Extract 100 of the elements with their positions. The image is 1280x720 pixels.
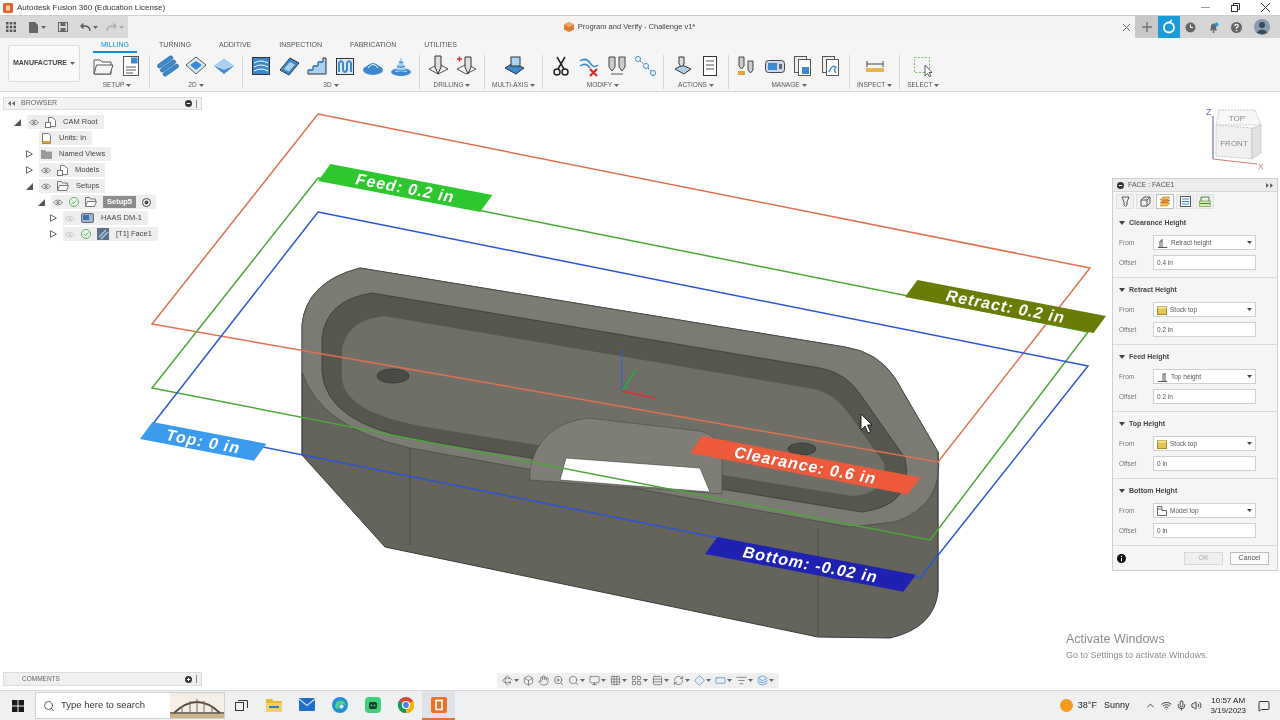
slanted-bars-icon[interactable] <box>157 55 179 77</box>
caret-icon[interactable] <box>93 25 98 29</box>
layout-grid-icon[interactable] <box>631 675 642 686</box>
stacked-planes-icon <box>1159 196 1171 207</box>
eye-icon[interactable] <box>41 182 51 190</box>
rotate-icon[interactable] <box>502 675 513 686</box>
layered-block-icon[interactable] <box>250 55 272 77</box>
minus-circle-icon[interactable] <box>185 100 192 107</box>
caret-icon[interactable] <box>664 679 669 682</box>
caret-icon[interactable] <box>1247 509 1252 512</box>
tool-pair-icon[interactable] <box>606 55 628 77</box>
search-field[interactable]: Type here to search <box>35 692 225 719</box>
microphone-icon[interactable] <box>1176 700 1188 711</box>
caret-icon[interactable] <box>601 679 606 682</box>
triangle-icon[interactable] <box>25 150 33 158</box>
task-view-icon[interactable] <box>234 700 248 711</box>
caret-icon[interactable] <box>685 679 690 682</box>
triangle-icon[interactable] <box>13 118 21 126</box>
caret-icon[interactable] <box>643 679 648 682</box>
avatar-icon[interactable] <box>1254 19 1270 35</box>
caret-icon[interactable] <box>70 62 76 65</box>
triangle-icon[interactable] <box>25 166 33 174</box>
cube-icon <box>563 22 574 32</box>
multi-axis-block-icon[interactable] <box>502 55 525 77</box>
double-chevron-left-icon[interactable] <box>8 101 15 106</box>
clock-icon[interactable] <box>1185 21 1196 33</box>
drill-add-icon[interactable] <box>455 55 477 77</box>
info-icon[interactable] <box>1117 553 1126 563</box>
close-icon[interactable] <box>1260 3 1270 12</box>
hand-icon[interactable] <box>538 675 549 686</box>
scissors-icon[interactable] <box>550 55 572 77</box>
caret-icon[interactable] <box>1247 442 1252 445</box>
triangle-icon[interactable] <box>49 214 57 222</box>
caret-icon[interactable] <box>887 83 893 87</box>
save-icon[interactable] <box>58 22 68 32</box>
ring-tile-icon[interactable] <box>1158 16 1180 39</box>
restore-icon[interactable] <box>1230 3 1240 12</box>
dialog-tab[interactable] <box>1116 194 1134 209</box>
document-curve-icon[interactable] <box>820 55 842 77</box>
caret-icon[interactable] <box>708 83 714 87</box>
caret-icon[interactable] <box>727 679 732 682</box>
tilted-tile-icon[interactable] <box>278 55 300 77</box>
document-stack-icon[interactable] <box>792 55 814 77</box>
document-list-icon[interactable] <box>120 55 142 77</box>
caret-icon[interactable] <box>769 679 774 682</box>
caret-icon[interactable] <box>1247 308 1252 311</box>
steps-icon[interactable] <box>306 55 328 77</box>
caret-icon[interactable] <box>614 83 620 87</box>
caret-icon[interactable] <box>706 679 711 682</box>
selection-box-icon[interactable] <box>912 55 935 77</box>
box-icon[interactable] <box>523 675 534 686</box>
caret-icon[interactable] <box>801 83 807 87</box>
radio-target-icon[interactable] <box>142 197 151 207</box>
dialog-tab[interactable] <box>1136 194 1154 209</box>
eye-icon[interactable] <box>29 118 39 126</box>
undo-icon[interactable] <box>80 22 91 32</box>
spiral-cone-icon[interactable] <box>390 55 412 77</box>
nodes-icon[interactable] <box>634 55 656 77</box>
wifi-icon[interactable] <box>1161 700 1173 711</box>
drill-icon[interactable] <box>427 55 449 77</box>
triangle-icon[interactable] <box>37 198 45 206</box>
caret-icon[interactable] <box>1247 241 1252 244</box>
triangle-icon[interactable] <box>25 182 33 190</box>
dialog-tab[interactable] <box>1156 194 1174 209</box>
plus-circle-icon[interactable] <box>185 675 192 683</box>
caret-icon[interactable] <box>748 679 753 682</box>
caret-icon[interactable] <box>41 25 46 29</box>
wave-block-icon[interactable] <box>334 55 356 77</box>
file-icon[interactable] <box>29 21 38 33</box>
dialog-tab[interactable] <box>1196 194 1214 209</box>
rows-icon[interactable] <box>652 675 663 686</box>
caret-icon[interactable] <box>333 83 339 87</box>
windows-logo-icon[interactable] <box>11 699 24 712</box>
caret-icon[interactable] <box>1247 375 1252 378</box>
search-icon[interactable] <box>568 675 579 686</box>
apps-grid-icon[interactable] <box>6 22 16 32</box>
help-icon[interactable] <box>1231 21 1242 33</box>
refresh-icon[interactable] <box>673 675 684 686</box>
pocket-tile-icon[interactable] <box>185 55 207 77</box>
eye-icon[interactable] <box>53 198 63 206</box>
caret-icon[interactable] <box>934 83 940 87</box>
zoom-in-icon[interactable] <box>553 675 564 686</box>
grid-icon[interactable] <box>610 675 621 686</box>
eye-icon[interactable] <box>41 166 51 174</box>
speaker-icon[interactable] <box>1191 700 1203 711</box>
monitor-icon[interactable] <box>589 675 600 686</box>
caret-icon[interactable] <box>514 679 519 682</box>
filter-icon[interactable] <box>736 675 747 686</box>
caret-icon[interactable] <box>126 83 132 87</box>
caret-icon[interactable] <box>465 83 471 87</box>
double-chevron-right-icon[interactable] <box>1266 182 1273 188</box>
caret-icon[interactable] <box>530 83 535 87</box>
triangle-icon[interactable] <box>49 230 57 238</box>
notification-icon[interactable] <box>1258 699 1270 712</box>
caret-icon[interactable] <box>198 83 204 87</box>
minus-circle-icon[interactable] <box>1117 181 1124 189</box>
bell-icon[interactable] <box>1208 21 1219 33</box>
caret-icon[interactable] <box>580 679 585 682</box>
dialog-tab[interactable] <box>1176 194 1194 209</box>
caret-icon[interactable] <box>622 679 627 682</box>
